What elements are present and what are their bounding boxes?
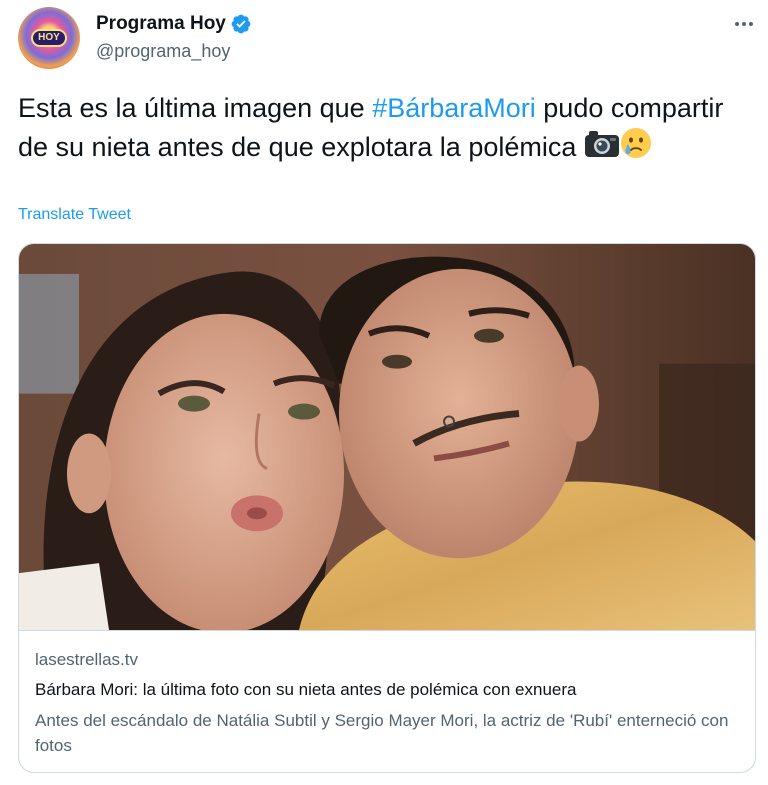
card-domain: lasestrellas.tv (35, 650, 138, 669)
camera-emoji (584, 131, 619, 157)
tweet: HOY Programa Hoy @programa_hoy Esta es l… (0, 0, 768, 785)
tweet-text: Esta es la última imagen que #BárbaraMor… (18, 89, 738, 166)
author-handle[interactable]: @programa_hoy (96, 41, 230, 62)
hashtag-link[interactable]: #BárbaraMori (372, 93, 536, 123)
author-avatar[interactable]: HOY (18, 7, 80, 69)
link-preview-card[interactable]: lasestrellas.tv Bárbara Mori: la última … (18, 243, 756, 773)
card-description: Antes del escándalo de Natália Subtil y … (35, 711, 729, 755)
crying-face-emoji (620, 128, 651, 158)
avatar-logo: HOY (31, 29, 67, 47)
author-display-name[interactable]: Programa Hoy (96, 13, 226, 35)
more-options-icon[interactable] (726, 10, 762, 38)
tweet-text-before: Esta es la última imagen que (18, 93, 373, 123)
translate-tweet-link[interactable]: Translate Tweet (18, 206, 131, 224)
card-photo (19, 244, 755, 631)
verified-badge-icon (231, 14, 251, 34)
card-title: Bárbara Mori: la última foto con su niet… (35, 680, 577, 699)
